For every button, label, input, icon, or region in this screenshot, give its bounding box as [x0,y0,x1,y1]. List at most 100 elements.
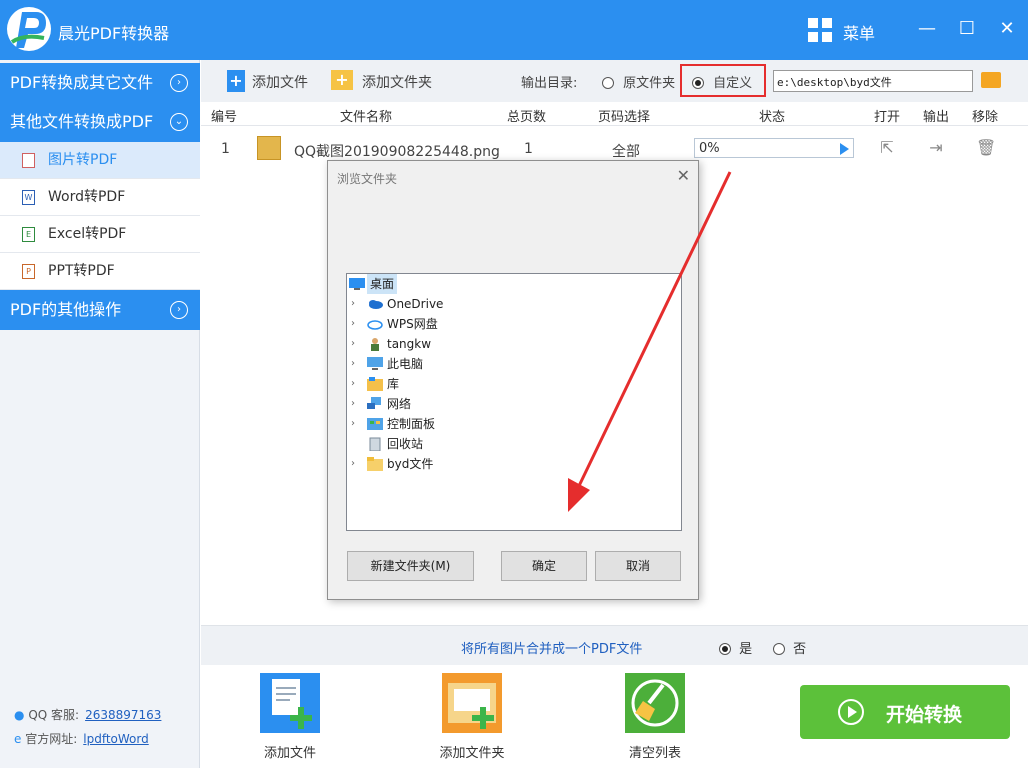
col-remove: 移除 [972,110,999,125]
tree-label: byd文件 [387,457,434,471]
col-range: 页码选择 [598,110,651,125]
clear-list-button[interactable]: 清空列表 [595,742,715,761]
file-table-header: 编号 文件名称 总页数 页码选择 状态 打开 输出 移除 [201,102,1028,126]
sidebar-group-label: 其他文件转换成PDF [10,112,154,131]
tree-node-control-panel[interactable]: › 控制面板 [347,414,681,434]
new-folder-button[interactable]: 新建文件夹(M) [347,551,474,581]
progress-text: 0% [699,141,720,156]
output-custom-option[interactable]: 自定义 [692,72,752,91]
user-icon [371,338,379,351]
sidebar-group-other-to-pdf[interactable]: 其他文件转换成PDF ⌄ [0,102,200,142]
output-icon[interactable]: ⇥ [927,139,945,157]
cancel-button[interactable]: 取消 [595,551,681,581]
expand-arrow-icon[interactable]: › [351,454,355,474]
site-link[interactable]: lpdftoWord [83,732,148,746]
browse-folder-icon[interactable] [981,72,1001,88]
output-original-option[interactable]: 原文件夹 [602,72,675,91]
menu-grid-icon[interactable] [808,18,832,42]
tree-node-this-pc[interactable]: › 此电脑 [347,354,681,374]
merge-yes-option[interactable]: 是 [719,638,752,657]
dialog-title: 浏览文件夹 [337,172,398,186]
output-dir-label: 输出目录: [521,76,578,91]
radio-original[interactable] [602,77,614,89]
close-button[interactable]: ✕ [992,14,1022,44]
tree-node-user[interactable]: › tangkw [347,334,681,354]
sidebar-item-label: PPT转PDF [48,263,115,279]
sidebar-group-label: PDF转换成其它文件 [10,73,154,92]
add-file-large-icon[interactable] [260,673,320,733]
menu-button[interactable]: 菜单 [843,20,875,44]
tree-label: 此电脑 [387,357,424,371]
folder-tree[interactable]: 桌面 › OneDrive › WPS网盘 › tangkw › 此电脑 › 库 [346,273,682,531]
output-path-input[interactable]: e:\desktop\byd文件 [773,70,973,92]
app-title: 晨光PDF转换器 [58,24,170,43]
option-label: 是 [739,642,753,657]
add-file-icon[interactable]: + [227,70,245,92]
chevron-right-icon: › [170,301,188,319]
row-index: 1 [221,141,230,157]
add-folder-button[interactable]: 添加文件夹 [362,72,432,92]
start-convert-button[interactable]: 开始转换 [800,685,1010,739]
ppt-file-icon: P [22,264,35,279]
sidebar-group-label: PDF的其他操作 [10,300,122,319]
tree-node-recycle-bin[interactable]: 回收站 [347,434,681,454]
row-progress: 0% [694,138,854,158]
trash-icon[interactable]: 🗑 [976,139,996,157]
minimize-button[interactable]: — [912,14,942,44]
radio-merge-no[interactable] [773,643,785,655]
onedrive-icon [369,300,383,309]
sidebar-item-word-to-pdf[interactable]: W Word转PDF [0,179,200,216]
qq-link[interactable]: 2638897163 [85,708,161,722]
dialog-close-icon[interactable]: ✕ [677,166,690,185]
radio-merge-yes[interactable] [719,643,731,655]
sidebar-item-ppt-to-pdf[interactable]: P PPT转PDF [0,253,200,290]
sidebar-group-pdf-to-other[interactable]: PDF转换成其它文件 › [0,63,200,103]
col-output: 输出 [923,110,950,125]
broom-icon[interactable] [625,673,685,733]
sidebar-item-excel-to-pdf[interactable]: E Excel转PDF [0,216,200,253]
maximize-button[interactable]: ☐ [952,14,982,44]
sidebar-item-label: Word转PDF [48,189,126,205]
chevron-right-icon: › [170,74,188,92]
play-icon[interactable] [840,143,849,155]
toolbar: + 添加文件 + 添加文件夹 输出目录: 原文件夹 自定义 e:\desktop… [201,60,1028,102]
expand-arrow-icon[interactable]: › [351,414,355,434]
tree-node-wps[interactable]: › WPS网盘 [347,314,681,334]
word-file-icon: W [22,190,35,205]
add-file-button[interactable]: 添加文件 [252,72,308,92]
expand-arrow-icon[interactable]: › [351,354,355,374]
sidebar-group-pdf-other-ops[interactable]: PDF的其他操作 › [0,290,200,330]
add-folder-icon[interactable]: + [331,70,353,90]
radio-custom[interactable] [692,77,704,89]
merge-no-option[interactable]: 否 [773,638,806,657]
tree-label: 控制面板 [387,417,436,431]
qq-support: ● QQ 客服: 2638897163 [14,706,161,723]
add-file-large-button[interactable]: 添加文件 [230,742,350,761]
expand-arrow-icon[interactable]: › [351,294,355,314]
add-folder-large-icon[interactable] [442,673,502,733]
sidebar-item-label: Excel转PDF [48,226,127,242]
tree-node-desktop[interactable]: 桌面 [347,274,681,294]
expand-arrow-icon[interactable]: › [351,374,355,394]
ok-button[interactable]: 确定 [501,551,587,581]
library-icon [367,377,383,391]
option-label: 自定义 [713,76,753,91]
tree-node-network[interactable]: › 网络 [347,394,681,414]
expand-arrow-icon[interactable]: › [351,394,355,414]
sidebar-item-image-to-pdf[interactable]: 图片转PDF [0,142,200,179]
tree-label: OneDrive [387,297,444,311]
tree-label: 网络 [387,397,412,411]
desktop-icon [349,278,365,290]
expand-arrow-icon[interactable]: › [351,334,355,354]
tree-node-library[interactable]: › 库 [347,374,681,394]
tree-node-onedrive[interactable]: › OneDrive [347,294,681,314]
open-external-icon[interactable]: ⇱ [878,139,896,157]
tree-node-byd-folder[interactable]: › byd文件 [347,454,681,474]
expand-arrow-icon[interactable]: › [351,314,355,334]
app-logo-icon [7,7,51,51]
add-folder-large-button[interactable]: 添加文件夹 [412,742,532,761]
row-range[interactable]: 全部 [612,141,640,161]
col-name: 文件名称 [340,110,393,125]
merge-label: 将所有图片合并成一个PDF文件 [461,642,643,657]
website-info: e 官方网址: lpdftoWord [14,730,149,747]
